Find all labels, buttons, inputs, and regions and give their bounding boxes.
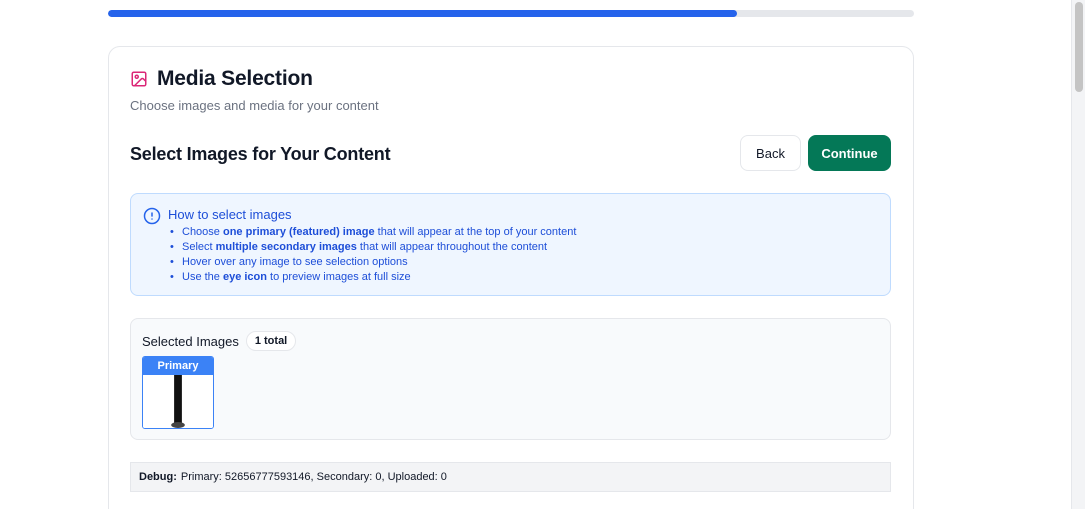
media-selection-card: Media Selection Choose images and media … xyxy=(108,46,914,509)
progress-bar-fill xyxy=(108,10,737,17)
instruction-item: Use the eye icon to preview images at fu… xyxy=(168,270,576,285)
instructions-title: How to select images xyxy=(168,207,292,222)
debug-text: Primary: 52656777593146, Secondary: 0, U… xyxy=(180,471,447,483)
debug-label: Debug: xyxy=(139,471,177,483)
primary-tag: Primary xyxy=(143,357,213,375)
scrollbar-thumb[interactable] xyxy=(1075,2,1083,92)
instruction-item: Select multiple secondary images that wi… xyxy=(168,240,576,255)
page-title: Media Selection xyxy=(157,67,313,90)
selected-images-header: Selected Images 1 total xyxy=(142,331,297,351)
info-icon xyxy=(143,207,161,225)
page-subtitle: Choose images and media for your content xyxy=(130,98,379,113)
thumbnail-image xyxy=(143,375,213,428)
selected-images-panel: Selected Images 1 total Primary xyxy=(130,318,891,440)
count-badge: 1 total xyxy=(245,331,297,351)
instructions-list: Choose one primary (featured) image that… xyxy=(168,225,576,285)
instruction-item: Hover over any image to see selection op… xyxy=(168,255,576,270)
page-scrollbar[interactable] xyxy=(1071,0,1085,509)
instructions-panel: How to select images Choose one primary … xyxy=(130,193,891,296)
instruction-item: Choose one primary (featured) image that… xyxy=(168,225,576,240)
page-header: Media Selection xyxy=(130,67,313,91)
section-title: Select Images for Your Content xyxy=(130,144,391,164)
back-button[interactable]: Back xyxy=(740,135,801,171)
progress-bar xyxy=(108,10,914,17)
continue-button[interactable]: Continue xyxy=(808,135,891,171)
debug-info: Debug: Primary: 52656777593146, Secondar… xyxy=(130,462,891,492)
selected-image-thumbnail[interactable]: Primary xyxy=(142,356,214,429)
selected-images-label: Selected Images xyxy=(142,333,239,349)
image-icon xyxy=(130,70,148,88)
